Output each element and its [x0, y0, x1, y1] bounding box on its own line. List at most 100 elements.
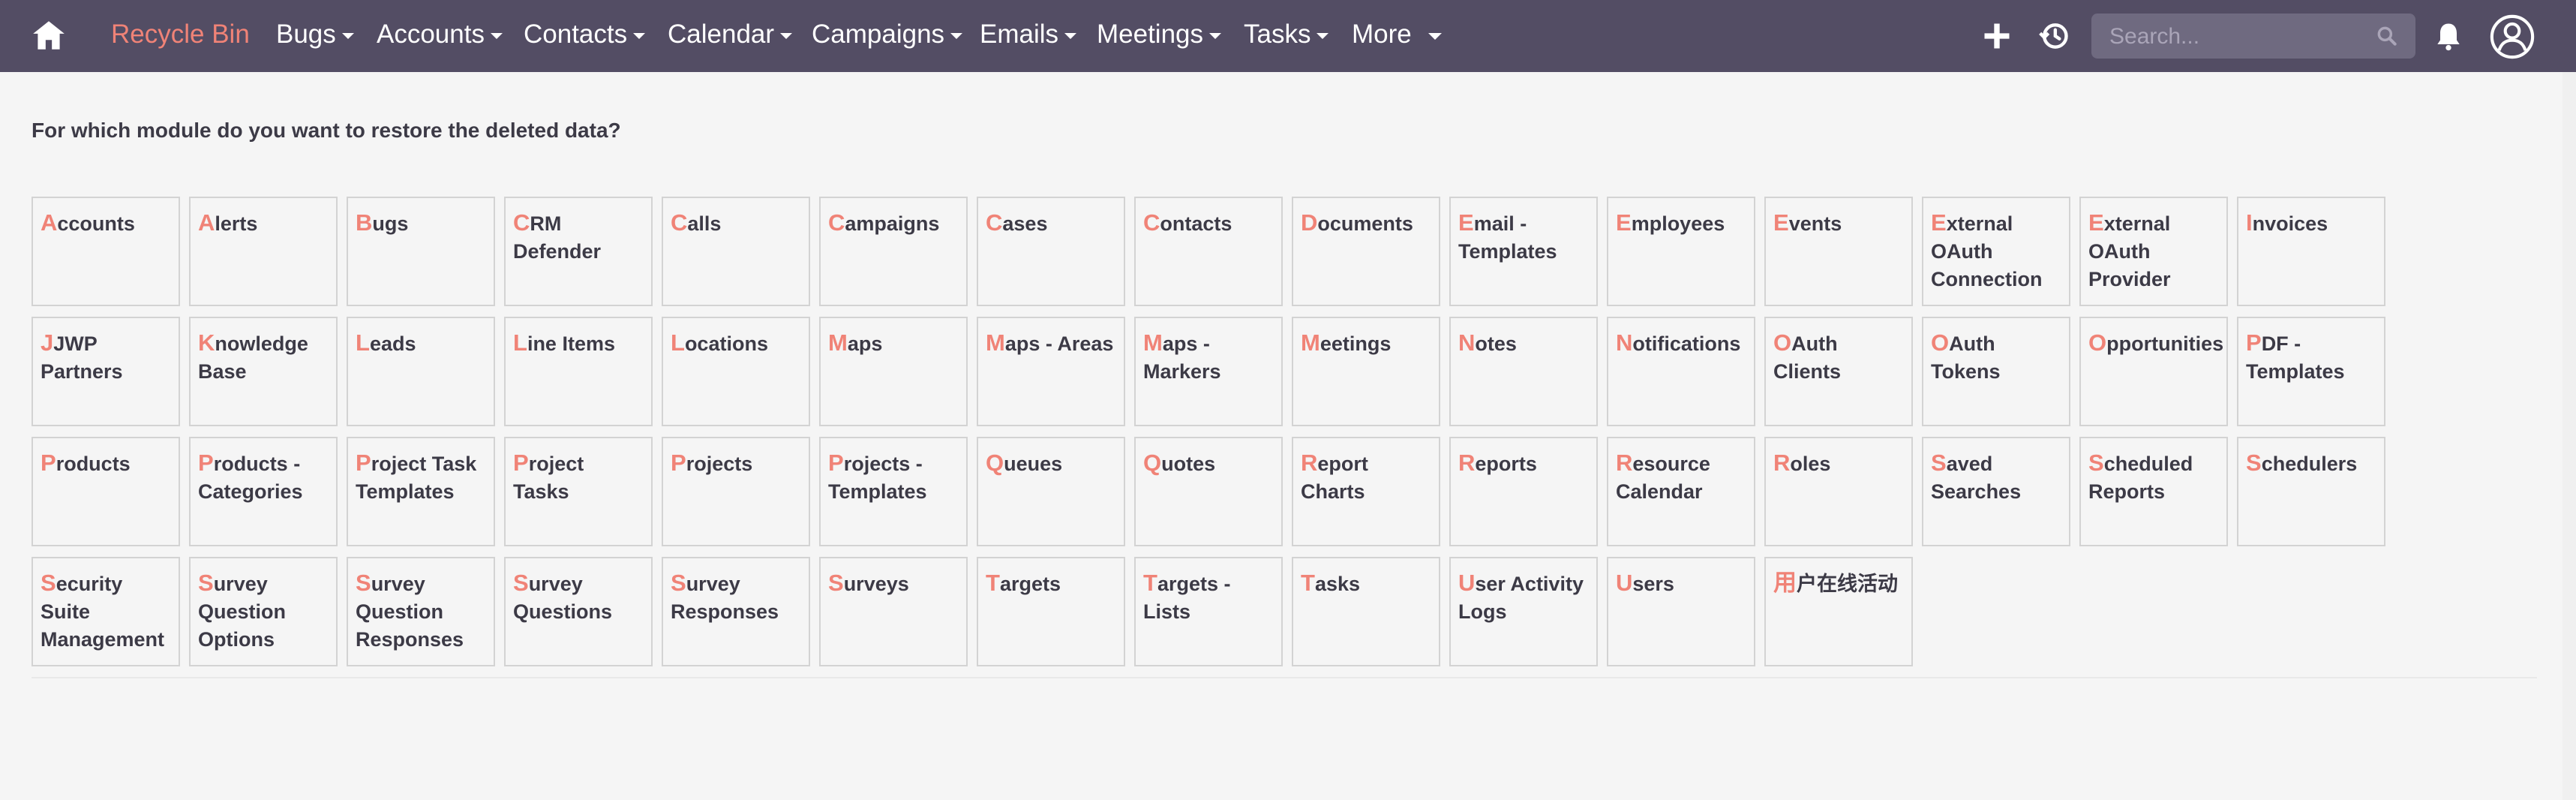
history-icon[interactable] — [2037, 20, 2070, 53]
module-tile[interactable]: Survey Responses — [662, 557, 810, 666]
module-tile[interactable]: External OAuth Connection — [1922, 197, 2070, 306]
module-tile[interactable]: Tasks — [1292, 557, 1440, 666]
module-tile[interactable]: Bugs — [347, 197, 495, 306]
module-tile-label: roject Task Templates — [356, 453, 477, 503]
module-tile-initial: Q — [986, 450, 1004, 476]
module-tile[interactable]: Project Tasks — [504, 437, 653, 546]
module-tile-label: rojects - Templates — [828, 453, 927, 503]
top-navigation-bar: Recycle Bin Bugs Accounts Contacts Calen… — [0, 0, 2576, 72]
module-tile[interactable]: Targets — [977, 557, 1125, 666]
module-tile[interactable]: Project Task Templates — [347, 437, 495, 546]
nav-meetings[interactable]: Meetings — [1097, 20, 1222, 50]
module-tile-label: lerts — [215, 212, 258, 235]
nav-campaigns[interactable]: Campaigns — [812, 20, 963, 50]
module-tile[interactable]: JJWP Partners — [32, 317, 180, 426]
module-tile-initial: E — [1616, 209, 1632, 236]
module-tile[interactable]: CRM Defender — [504, 197, 653, 306]
home-icon[interactable] — [30, 17, 68, 54]
nav-bugs[interactable]: Bugs — [276, 20, 354, 50]
module-tile[interactable]: Survey Question Responses — [347, 557, 495, 666]
bell-icon[interactable] — [2432, 20, 2465, 53]
nav-more[interactable]: More — [1352, 20, 1412, 50]
module-tile[interactable]: Schedulers — [2237, 437, 2385, 546]
module-tile[interactable]: Meetings — [1292, 317, 1440, 426]
module-tile[interactable]: User Activity Logs — [1449, 557, 1598, 666]
module-tile[interactable]: Maps - Markers — [1134, 317, 1283, 426]
module-tile[interactable]: Roles — [1764, 437, 1913, 546]
plus-icon[interactable] — [1980, 20, 2013, 53]
module-tile[interactable]: Quotes — [1134, 437, 1283, 546]
nav-accounts[interactable]: Accounts — [377, 20, 503, 50]
module-tile[interactable]: Projects - Templates — [819, 437, 968, 546]
module-tile[interactable]: Survey Question Options — [189, 557, 338, 666]
nav-calendar[interactable]: Calendar — [668, 20, 793, 50]
nav-contacts[interactable]: Contacts — [524, 20, 646, 50]
module-tile[interactable]: Opportunities — [2079, 317, 2228, 426]
chevron-down-icon — [633, 32, 646, 39]
module-tile-label: xternal OAuth Connection — [1931, 212, 2043, 290]
module-tile-label: roducts — [56, 453, 131, 475]
module-tile-label: nvoices — [2252, 212, 2328, 235]
module-tile-initial: E — [1931, 209, 1947, 236]
module-tile[interactable]: Queues — [977, 437, 1125, 546]
nav-meetings-label: Meetings — [1097, 20, 1204, 49]
module-tile[interactable]: Survey Questions — [504, 557, 653, 666]
module-tile[interactable]: Maps - Areas — [977, 317, 1125, 426]
module-tile-label: urvey Question Responses — [356, 573, 464, 651]
nav-emails[interactable]: Emails — [980, 20, 1077, 50]
module-tile[interactable]: 用户在线活动 — [1764, 557, 1913, 666]
module-tile[interactable]: Knowledge Base — [189, 317, 338, 426]
module-tile[interactable]: PDF - Templates — [2237, 317, 2385, 426]
module-tile[interactable]: Documents — [1292, 197, 1440, 306]
module-tile[interactable]: Calls — [662, 197, 810, 306]
nav-calendar-label: Calendar — [668, 20, 775, 49]
nav-tasks[interactable]: Tasks — [1244, 20, 1329, 50]
module-tile[interactable]: Alerts — [189, 197, 338, 306]
search-input[interactable] — [2108, 23, 2366, 51]
search-box[interactable] — [2091, 14, 2415, 59]
module-tile[interactable]: Email - Templates — [1449, 197, 1598, 306]
module-tile[interactable]: Events — [1764, 197, 1913, 306]
module-tile[interactable]: Scheduled Reports — [2079, 437, 2228, 546]
module-tile-label: eads — [369, 332, 416, 355]
module-tile[interactable]: Targets - Lists — [1134, 557, 1283, 666]
module-tile[interactable]: OAuth Tokens — [1922, 317, 2070, 426]
module-tile-label: ugs — [372, 212, 409, 235]
module-tile[interactable]: Invoices — [2237, 197, 2385, 306]
module-tile-initial: S — [2246, 450, 2262, 476]
module-tile-initial: E — [1458, 209, 1474, 236]
module-tile[interactable]: Saved Searches — [1922, 437, 2070, 546]
module-tile[interactable]: Products — [32, 437, 180, 546]
module-tile-label: aps — [847, 332, 883, 355]
module-tile-initial: I — [2246, 209, 2253, 236]
module-tile[interactable]: OAuth Clients — [1764, 317, 1913, 426]
module-tile-label: otifications — [1632, 332, 1741, 355]
module-tile[interactable]: Contacts — [1134, 197, 1283, 306]
more-chevron-down-icon[interactable] — [1428, 33, 1442, 40]
module-tile[interactable]: Report Charts — [1292, 437, 1440, 546]
module-tile-initial: S — [41, 570, 56, 596]
module-tile[interactable]: Security Suite Management — [32, 557, 180, 666]
module-tile[interactable]: Projects — [662, 437, 810, 546]
recycle-bin-link[interactable]: Recycle Bin — [111, 20, 250, 50]
module-tile[interactable]: Locations — [662, 317, 810, 426]
module-tile[interactable]: Products - Categories — [189, 437, 338, 546]
module-tile[interactable]: Resource Calendar — [1607, 437, 1755, 546]
module-tile[interactable]: Employees — [1607, 197, 1755, 306]
module-tile[interactable]: Cases — [977, 197, 1125, 306]
module-tile[interactable]: Campaigns — [819, 197, 968, 306]
module-tile[interactable]: Users — [1607, 557, 1755, 666]
module-tile[interactable]: Leads — [347, 317, 495, 426]
vertical-scrollbar[interactable] — [2562, 72, 2576, 800]
search-icon[interactable] — [2375, 24, 2399, 48]
module-tile[interactable]: Notes — [1449, 317, 1598, 426]
user-profile-icon[interactable] — [2489, 14, 2535, 60]
module-tile[interactable]: Reports — [1449, 437, 1598, 546]
module-tile[interactable]: Surveys — [819, 557, 968, 666]
module-tile[interactable]: Maps — [819, 317, 968, 426]
module-tile[interactable]: Line Items — [504, 317, 653, 426]
module-tile[interactable]: Accounts — [32, 197, 180, 306]
module-tile[interactable]: External OAuth Provider — [2079, 197, 2228, 306]
module-tile[interactable]: Notifications — [1607, 317, 1755, 426]
module-tile-initial: S — [356, 570, 371, 596]
